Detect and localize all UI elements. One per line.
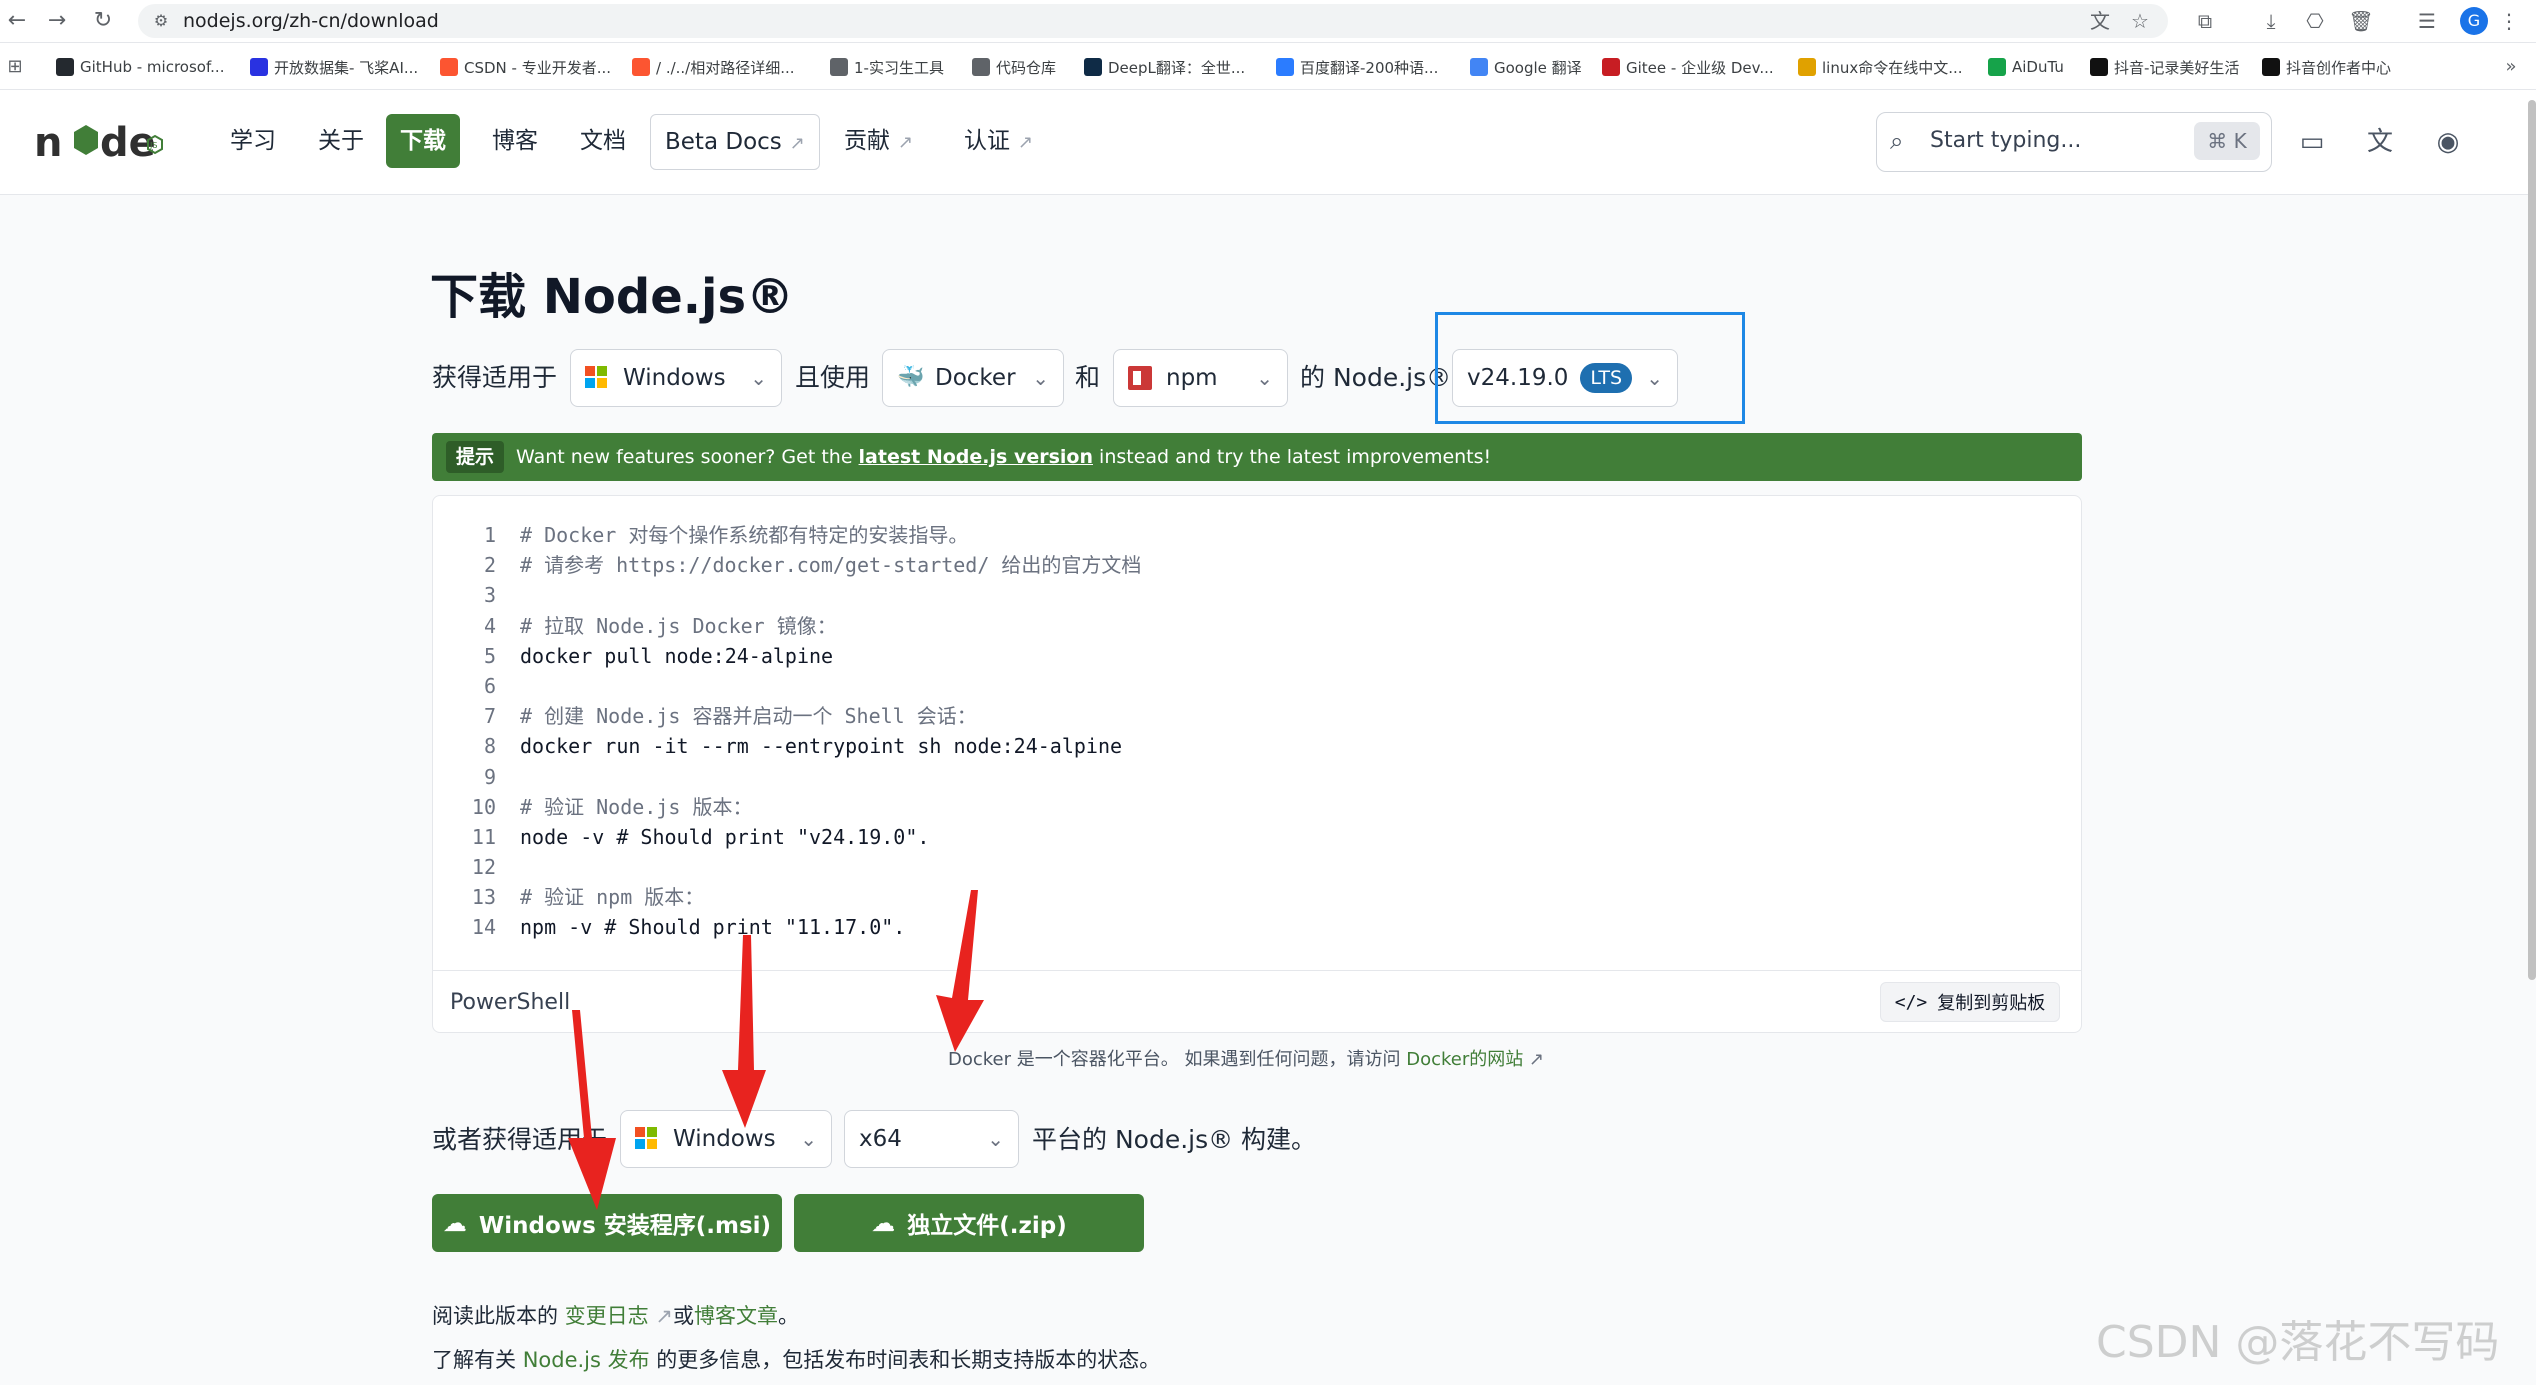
- annotation-arrow-middle: [722, 935, 766, 1128]
- annotation-arrows: [568, 890, 984, 1210]
- csdn-watermark: CSDN @落花不写码: [2096, 1317, 2500, 1368]
- annotation-arrow-right: [936, 890, 984, 1052]
- annotation-arrow-left: [568, 1010, 616, 1210]
